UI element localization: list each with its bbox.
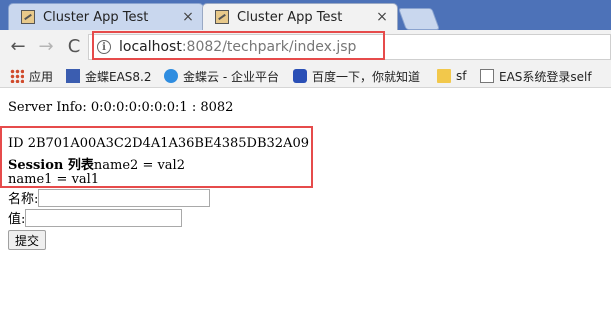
tab-title: Cluster App Test xyxy=(43,9,149,25)
bookmark-label: 应用 xyxy=(29,69,54,84)
bookmark-kingdee-cloud[interactable]: 金蝶云 - 企业平台 xyxy=(164,67,279,85)
server-info: Server Info: 0:0:0:0:0:0:0:1 : 8082 xyxy=(8,100,234,115)
tab-cluster-app-test-2[interactable]: Cluster App Test × xyxy=(202,3,398,30)
page-favicon-icon xyxy=(21,10,35,24)
new-tab-button[interactable] xyxy=(397,8,441,30)
forward-arrow-icon[interactable]: → xyxy=(34,36,58,58)
bookmark-eas-login[interactable]: EAS系统登录self xyxy=(480,67,592,85)
bookmark-label: EAS系统登录self xyxy=(499,69,592,84)
value-label: 值: xyxy=(8,212,26,227)
value-field-row: 值: xyxy=(8,208,183,227)
bookmarks-bar: 应用 金蝶EAS8.2 金蝶云 - 企业平台 百度一下，你就知道 sf EAS系… xyxy=(0,64,611,88)
baidu-paw-icon xyxy=(293,69,307,83)
bookmark-label: 金蝶EAS8.2 xyxy=(85,69,152,84)
page-favicon-icon xyxy=(215,10,229,24)
session-highlight-annotation xyxy=(0,126,313,188)
value-input[interactable] xyxy=(25,208,183,227)
close-tab-icon[interactable]: × xyxy=(373,9,391,25)
cloud-icon xyxy=(164,69,178,83)
apps-grid-icon xyxy=(10,69,24,83)
tab-cluster-app-test-1[interactable]: Cluster App Test × xyxy=(8,3,204,30)
eas-icon xyxy=(66,69,80,83)
bookmark-label: sf xyxy=(456,69,467,83)
bookmark-baidu[interactable]: 百度一下，你就知道 xyxy=(293,67,420,85)
page-content: Server Info: 0:0:0:0:0:0:0:1 : 8082 ID 2… xyxy=(8,88,611,327)
bookmark-eas[interactable]: 金蝶EAS8.2 xyxy=(66,67,152,85)
tab-title: Cluster App Test xyxy=(237,9,343,25)
url-highlight-annotation xyxy=(92,31,385,60)
name-input[interactable] xyxy=(38,188,211,207)
bookmark-label: 百度一下，你就知道 xyxy=(312,69,421,84)
close-tab-icon[interactable]: × xyxy=(179,9,197,25)
name-field-row: 名称: xyxy=(8,188,211,207)
tab-strip: Cluster App Test × Cluster App Test × xyxy=(0,0,611,30)
page-icon xyxy=(480,69,494,83)
bookmark-sf[interactable]: sf xyxy=(437,67,466,85)
submit-button[interactable]: 提交 xyxy=(8,230,47,250)
folder-icon xyxy=(437,69,451,83)
reload-icon[interactable]: C xyxy=(62,36,86,58)
bookmark-apps[interactable]: 应用 xyxy=(10,67,53,85)
back-arrow-icon[interactable]: ← xyxy=(6,36,30,58)
bookmark-label: 金蝶云 - 企业平台 xyxy=(183,69,279,84)
name-label: 名称: xyxy=(8,192,39,207)
